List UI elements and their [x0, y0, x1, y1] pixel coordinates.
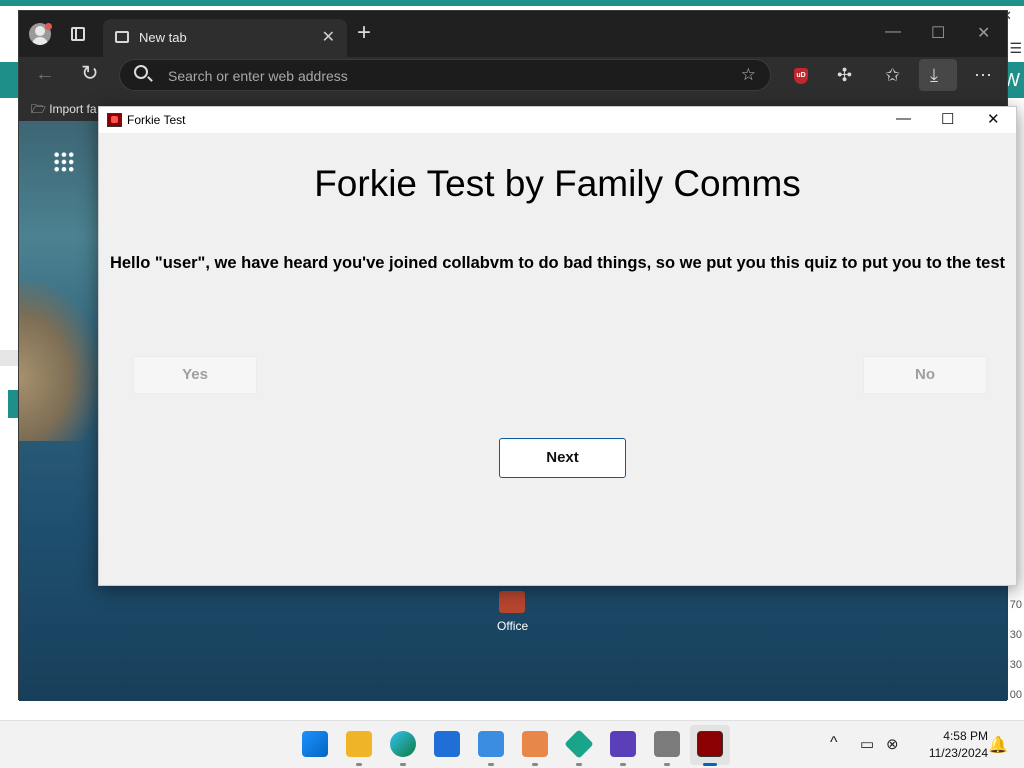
next-button[interactable]: Next: [499, 438, 626, 478]
background-left-block: [0, 350, 20, 366]
notification-bell-icon[interactable]: 🔔: [988, 735, 1008, 755]
new-tab-plus-icon[interactable]: +: [357, 21, 371, 45]
tab-actions-icon[interactable]: [71, 27, 85, 41]
address-placeholder: Search or enter web address: [168, 68, 348, 84]
favorite-star-icon[interactable]: ☆: [741, 65, 756, 85]
dialog-minimize-button[interactable]: —: [896, 110, 911, 127]
dialog-title-bar: Forkie Test — ☐ ✕: [99, 107, 1016, 133]
notepad-icon[interactable]: [478, 731, 504, 757]
app-tools-indicator: [664, 763, 670, 766]
clock-date[interactable]: 11/23/2024: [908, 746, 988, 760]
no-button[interactable]: No: [863, 356, 987, 394]
tray-chevron-up-icon[interactable]: ^: [830, 734, 838, 752]
volume-muted-icon[interactable]: ⊗: [886, 735, 899, 753]
tab-new-tab[interactable]: New tab ✕: [103, 19, 347, 57]
background-menu-icon[interactable]: ☰: [1009, 40, 1022, 57]
file-explorer-indicator: [356, 763, 362, 766]
background-landscape: [19, 281, 99, 441]
more-menu-icon[interactable]: ⋯: [974, 65, 992, 86]
browser-minimize-button[interactable]: —: [885, 23, 901, 41]
dialog-close-button[interactable]: ✕: [987, 110, 1000, 128]
paint-indicator: [532, 763, 538, 766]
background-top-bar: [0, 0, 1024, 6]
network-icon[interactable]: ▭: [860, 735, 874, 753]
search-icon: [134, 65, 148, 79]
extensions-puzzle-icon[interactable]: ✣: [837, 65, 852, 86]
taskbar: ^ ▭ ⊗ 4:58 PM 11/23/2024 🔔: [0, 720, 1024, 768]
download-arrow-icon[interactable]: ⤓: [930, 65, 938, 86]
app-green-icon[interactable]: [564, 729, 594, 759]
app-tools-icon[interactable]: [654, 731, 680, 757]
tab-close-icon[interactable]: ✕: [322, 27, 335, 47]
tab-bar: New tab ✕ + — ☐ ✕: [19, 11, 1007, 57]
favorites-icon[interactable]: ✩: [885, 65, 900, 86]
notepad-indicator: [488, 763, 494, 766]
app-purple-indicator: [620, 763, 626, 766]
dialog-maximize-button[interactable]: ☐: [941, 110, 954, 128]
tab-title: New tab: [139, 30, 187, 45]
dialog-message: Hello "user", we have heard you've joine…: [109, 254, 1006, 272]
edge-indicator: [400, 763, 406, 766]
browser-close-button[interactable]: ✕: [977, 23, 990, 43]
file-explorer-icon[interactable]: [346, 731, 372, 757]
downloads-button[interactable]: [919, 59, 957, 91]
forkie-test-icon[interactable]: [697, 731, 723, 757]
dialog-title: Forkie Test: [127, 113, 186, 127]
office-label[interactable]: Office: [497, 619, 528, 633]
edge-icon[interactable]: [390, 731, 416, 757]
paint-icon[interactable]: [522, 731, 548, 757]
office-icon[interactable]: [499, 591, 525, 613]
new-tab-page-icon: [115, 31, 129, 43]
back-arrow-icon[interactable]: ←: [35, 63, 55, 86]
forkie-test-dialog: Forkie Test — ☐ ✕ Forkie Test by Family …: [98, 106, 1017, 586]
background-left-accent: [8, 390, 18, 418]
app-green-indicator: [576, 763, 582, 766]
dialog-heading: Forkie Test by Family Comms: [314, 163, 801, 204]
forkie-test-active-indicator: [703, 763, 717, 766]
store-icon[interactable]: [434, 731, 460, 757]
start-icon[interactable]: [302, 731, 328, 757]
app-purple-icon[interactable]: [610, 731, 636, 757]
clock-time[interactable]: 4:58 PM: [928, 729, 988, 743]
import-favorites-link[interactable]: 🗁 Import fa: [31, 100, 97, 121]
app-logo-icon: [107, 113, 122, 127]
ublock-extension-icon[interactable]: uD: [794, 68, 808, 84]
app-launcher-icon[interactable]: [53, 151, 75, 173]
address-bar-row: ← ↻ Search or enter web address ☆ uD ✣ ✩…: [19, 57, 1007, 95]
yes-button[interactable]: Yes: [133, 356, 257, 394]
profile-notification-dot: [45, 23, 52, 30]
address-input[interactable]: Search or enter web address ☆: [119, 59, 771, 91]
refresh-icon[interactable]: ↻: [81, 61, 99, 86]
browser-maximize-button[interactable]: ☐: [931, 23, 945, 43]
